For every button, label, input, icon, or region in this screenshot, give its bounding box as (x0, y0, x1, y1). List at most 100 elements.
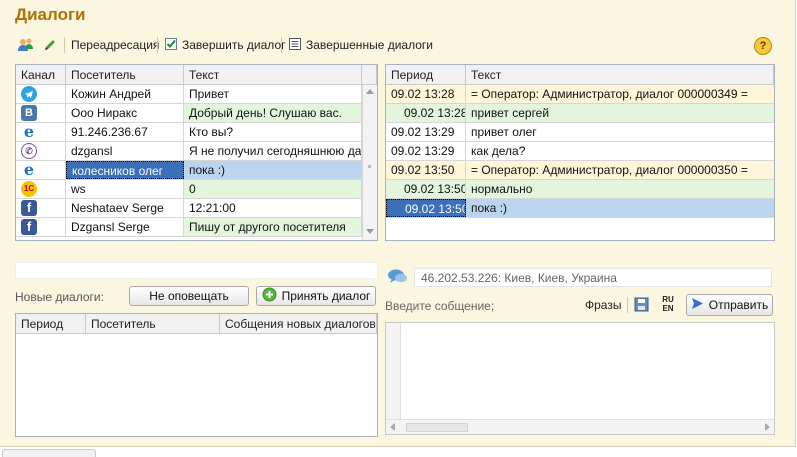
do-not-notify-button[interactable]: Не оповещать (129, 286, 249, 306)
text-cell: 0 (184, 180, 362, 198)
table-row[interactable]: Кожин Андрей Привет (16, 85, 362, 104)
message-text-cell: = Оператор: Администратор, диалог 000000… (471, 163, 748, 177)
redirect-button[interactable]: Переадресация (71, 36, 159, 54)
active-dialogs-table[interactable]: Канал Посетитель Текст Кожин Андрей Приве… (15, 64, 378, 241)
column-header-new-period[interactable]: Период (16, 314, 86, 334)
channel-cell: B (16, 104, 66, 122)
message-text-cell: нормально (471, 182, 533, 196)
visitor-cell: ws (66, 180, 184, 198)
visitor-cell: колесников олег (66, 161, 184, 179)
redirect-label: Переадресация (71, 38, 160, 52)
users-icon[interactable] (17, 36, 35, 54)
table-row[interactable]: 1C ws 0 (16, 180, 362, 199)
scroll-up-icon[interactable] (366, 89, 374, 94)
new-dialogs-table[interactable]: Период Посетитель Собщения новых диалого… (15, 313, 378, 437)
visitor-cell: Кожин Андрей (66, 85, 184, 103)
message-row[interactable]: 09.02 13:29 как дела? (386, 142, 774, 161)
message-text-cell: пока :) (471, 201, 508, 215)
text-cell: 12:21:00 (184, 199, 362, 217)
visitor-cell: Neshataev Serge (66, 199, 184, 217)
accept-dialog-button[interactable]: Принять диалог (256, 286, 376, 306)
column-header-message-text[interactable]: Текст (466, 65, 774, 85)
help-icon[interactable]: ? (754, 37, 772, 55)
document-list-icon (288, 37, 302, 54)
edit-icon[interactable] (43, 36, 57, 54)
column-header-new-messages[interactable]: Собщения новых диалогов (220, 314, 377, 334)
phrases-link[interactable]: Фразы (585, 298, 621, 312)
horizontal-scroll-thumb[interactable] (406, 423, 468, 432)
period-cell: 09.02 13:28 (386, 85, 466, 103)
horizontal-scrollbar[interactable] (386, 419, 774, 434)
period-cell: 09.02 13:29 (386, 123, 466, 141)
finish-dialog-label: Завершить диалог (182, 38, 286, 52)
table-row[interactable]: e колесников олег пока :) (16, 161, 362, 180)
period-cell: 09.02 13:28 (386, 104, 466, 122)
scroll-right-icon[interactable] (765, 423, 770, 431)
chat-bubbles-icon (387, 268, 409, 289)
message-row[interactable]: 09.02 13:28 = Оператор: Администратор, ди… (386, 85, 774, 104)
finished-dialogs-button[interactable]: Завершенные диалоги (288, 36, 433, 54)
column-header-period[interactable]: Период (386, 65, 466, 85)
viber-icon: ✆ (21, 143, 37, 159)
scroll-header (362, 65, 377, 85)
channel-cell: f (16, 199, 66, 217)
page-title: Диалоги (15, 5, 86, 24)
save-icon[interactable] (634, 297, 649, 315)
message-text-cell: привет олег (471, 125, 537, 139)
text-cell: Привет (184, 85, 362, 103)
toolbar-separator (627, 297, 628, 313)
send-button[interactable]: Отправить (686, 294, 773, 316)
column-header-channel[interactable]: Канал (16, 65, 66, 85)
facebook-icon: f (21, 219, 37, 235)
scroll-thumb[interactable] (368, 165, 371, 168)
message-row[interactable]: 09.02 13:50 = Оператор: Администратор, ди… (386, 161, 774, 180)
dialog-messages-table[interactable]: Период Текст 09.02 13:28 = Оператор: Адми… (385, 64, 775, 241)
message-row[interactable]: 09.02 13:50 нормально (386, 180, 774, 199)
period-cell: 09.02 13:50 (386, 161, 466, 179)
message-row[interactable]: 09.02 13:50 пока :) (386, 199, 774, 218)
channel-cell: f (16, 218, 66, 236)
visitor-cell: Dzgansl Serge (66, 218, 184, 236)
table-row[interactable]: e 91.246.236.67 Кто вы? (16, 123, 362, 142)
visitor-cell: dzgansl (66, 142, 184, 160)
finished-dialogs-label: Завершенные диалоги (306, 38, 433, 52)
text-cell: пока :) (184, 161, 362, 179)
browser-icon: e (23, 123, 35, 141)
vk-icon: B (21, 105, 37, 121)
channel-cell (16, 85, 66, 103)
visitor-cell: 91.246.236.67 (66, 123, 184, 141)
message-text-cell: как дела? (471, 144, 526, 158)
message-row[interactable]: 09.02 13:29 привет олег (386, 123, 774, 142)
finish-dialog-button[interactable]: Завершить диалог (164, 36, 286, 54)
period-cell: 09.02 13:29 (386, 142, 466, 160)
table-row[interactable]: f Dzgansl Serge Пишу от другого посетителя (16, 218, 362, 237)
period-cell: 09.02 13:50 (386, 199, 466, 217)
scroll-down-icon[interactable] (366, 229, 374, 234)
toolbar-separator (157, 37, 158, 53)
message-text-cell: = Оператор: Администратор, диалог 000000… (471, 87, 748, 101)
channel-cell: e (16, 161, 66, 179)
dialogs-window: Диалоги Переадресация Завершить диалог З… (0, 0, 796, 447)
message-row[interactable]: 09.02 13:28 привет сергей (386, 104, 774, 123)
do-not-notify-label: Не оповещать (149, 289, 229, 303)
column-header-new-visitor[interactable]: Посетитель (86, 314, 220, 334)
table-row[interactable]: f Neshataev Serge 12:21:00 (16, 199, 362, 218)
message-input[interactable] (385, 322, 775, 435)
message-input-label: Введите собщение; (385, 299, 495, 313)
table-row[interactable]: ✆ dzgansl Я не получил сегодняшнюю дату (16, 142, 362, 161)
visitor-info-field: 46.202.53.226: Киев, Киев, Украина (414, 268, 772, 287)
column-header-visitor[interactable]: Посетитель (66, 65, 184, 85)
translate-icon[interactable]: RU EN (657, 295, 679, 315)
send-label: Отправить (708, 298, 769, 312)
input-side-gutter (386, 323, 401, 434)
finish-dialog-icon (164, 37, 178, 54)
splitter-strip (15, 262, 378, 279)
table-row[interactable]: B Ооо Ниракс Добрый день! Слушаю вас. (16, 104, 362, 123)
scroll-left-icon[interactable] (390, 423, 395, 431)
visitor-cell: Ооо Ниракс (66, 104, 184, 122)
plus-icon (262, 287, 277, 305)
text-cell: Пишу от другого посетителя (184, 218, 362, 236)
vertical-scrollbar[interactable] (362, 85, 377, 240)
column-header-text[interactable]: Текст (184, 65, 362, 85)
new-dialogs-label: Новые диалоги: (15, 290, 104, 304)
